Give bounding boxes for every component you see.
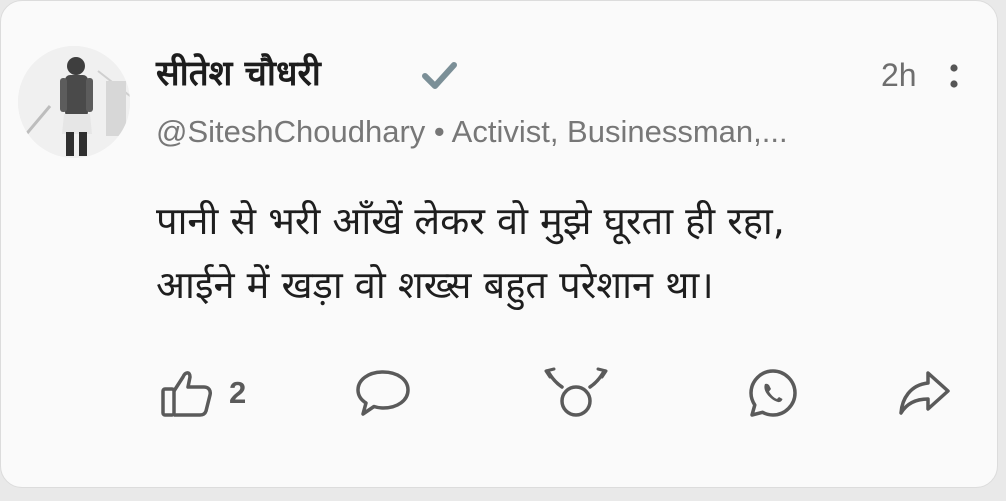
- comment-icon: [353, 366, 413, 420]
- bhau-button[interactable]: [544, 363, 608, 423]
- more-options-icon[interactable]: [939, 59, 969, 95]
- share-icon: [896, 367, 952, 419]
- author-name[interactable]: सीतेश चौधरी: [156, 49, 321, 96]
- post-text: पानी से भरी आँखें लेकर वो मुझे घूरता ही …: [156, 189, 785, 317]
- avatar[interactable]: [18, 46, 130, 158]
- like-count: 2: [229, 375, 247, 410]
- like-button[interactable]: 2: [159, 363, 246, 423]
- thumbs-up-icon: [159, 367, 215, 419]
- check-icon: [419, 59, 459, 93]
- author-handle[interactable]: @SiteshChoudhary • Activist, Businessman…: [156, 114, 946, 150]
- comment-button[interactable]: [353, 363, 413, 423]
- bhau-icon: [544, 365, 608, 421]
- whatsapp-icon: [745, 365, 801, 421]
- post-card: सीतेश चौधरी 2h @SiteshChoudhary • Activi…: [0, 0, 998, 488]
- post-time: 2h: [881, 57, 917, 93]
- whatsapp-share-button[interactable]: [745, 363, 801, 423]
- share-button[interactable]: [896, 363, 952, 423]
- post-text-line-1: पानी से भरी आँखें लेकर वो मुझे घूरता ही …: [156, 199, 785, 243]
- post-text-line-2: आईने में खड़ा वो शख्स बहुत परेशान था।: [156, 263, 714, 307]
